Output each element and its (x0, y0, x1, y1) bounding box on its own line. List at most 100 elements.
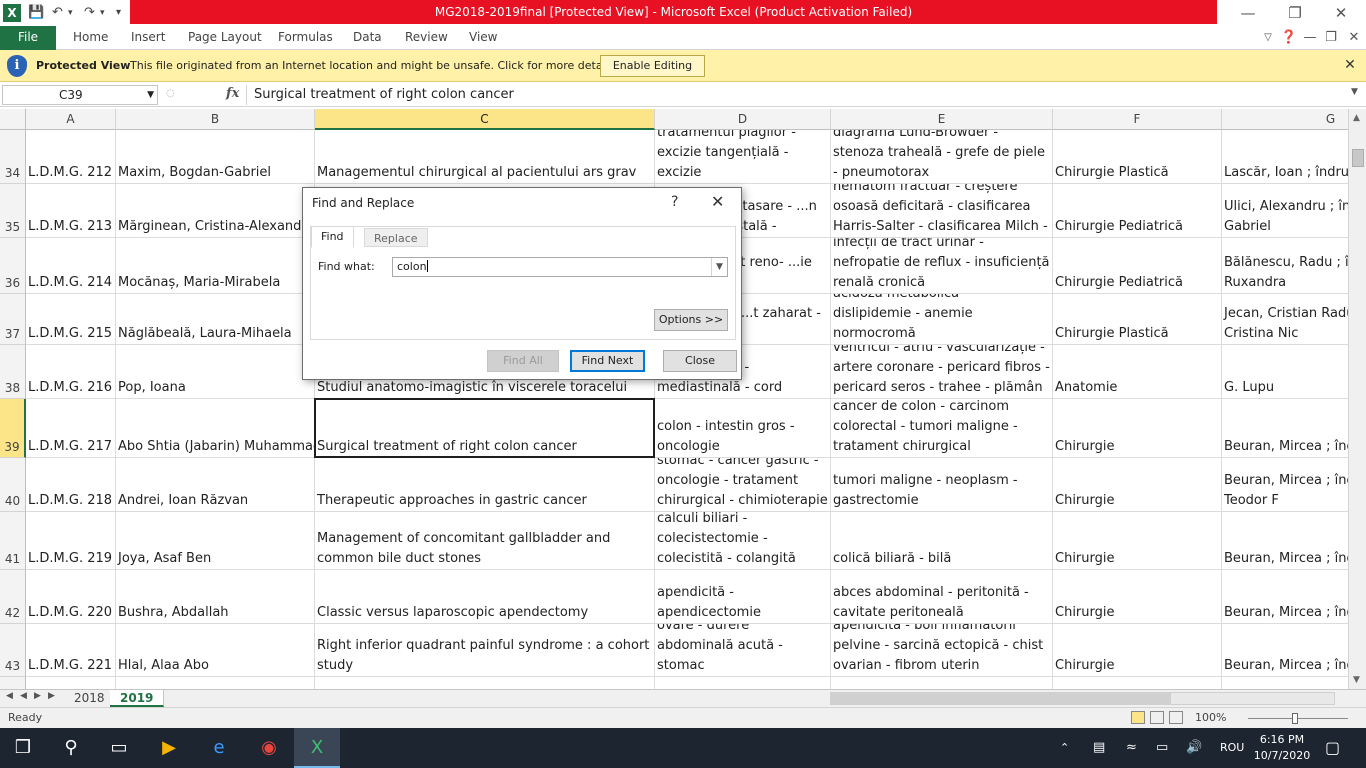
row-header[interactable]: 42 (0, 570, 26, 624)
cell-a[interactable]: L.D.M.G. 220 (26, 570, 116, 624)
column-header-c[interactable]: C (315, 109, 655, 130)
cell-b[interactable]: Joya, Asaf Ben (116, 512, 315, 570)
redo-icon[interactable]: ↷ (84, 3, 95, 23)
row-header[interactable]: 35 (0, 184, 26, 238)
cell-b[interactable]: Mocănaș, Maria-Mirabela (116, 238, 315, 294)
column-header-e[interactable]: E (831, 109, 1053, 130)
tab-formulas[interactable]: Formulas (278, 26, 333, 50)
volume-icon[interactable]: 🔊 (1186, 728, 1202, 768)
column-header-b[interactable]: B (116, 109, 315, 130)
formula-input[interactable]: Surgical treatment of right colon cancer (246, 85, 1350, 105)
cell-f[interactable]: Chirurgie Pediatrică (1053, 184, 1222, 238)
first-sheet-icon[interactable]: ◀ (6, 691, 13, 701)
cell-a[interactable]: L.D.M.G. 214 (26, 238, 116, 294)
workbook-close-icon[interactable]: ✕ (1344, 28, 1364, 48)
cell-b[interactable]: Andrei, Ioan Răzvan (116, 458, 315, 512)
workbook-minimize-icon[interactable]: — (1300, 28, 1320, 48)
cell-g[interactable]: Beuran, Mircea ; înd Ionuț (1222, 624, 1348, 677)
column-header-g[interactable]: G (1222, 109, 1348, 130)
wifi-icon[interactable]: ≈ (1126, 728, 1137, 768)
dialog-help-icon[interactable]: ? (671, 194, 678, 210)
cell-b[interactable]: Hlal, Alaa Abo (116, 624, 315, 677)
cell-f[interactable]: Anatomie (1053, 345, 1222, 399)
cell-g[interactable]: Lascăr, Ioan ; îndrum Adrian (1222, 130, 1348, 184)
cell-g[interactable]: Jecan, Cristian Radu Marina, Cristina Ni… (1222, 294, 1348, 345)
next-sheet-icon[interactable]: ▶ (34, 691, 41, 701)
ribbon-collapse-icon[interactable]: ▽ (1258, 28, 1278, 48)
sheet-tab-2019[interactable]: 2019 (110, 690, 165, 707)
cell-e[interactable]: colică biliară - bilă (831, 512, 1053, 570)
cell-g[interactable]: Beuran, Mircea ; înd Bogdan (1222, 570, 1348, 624)
scroll-thumb[interactable] (1352, 149, 1364, 167)
row-header[interactable]: 41 (0, 512, 26, 570)
cell-a[interactable]: L.D.M.G. 219 (26, 512, 116, 570)
edge-icon[interactable]: e (196, 728, 242, 768)
row-header[interactable]: 39 (0, 399, 26, 458)
cell-c[interactable]: Classic versus laparoscopic apendectomy (315, 570, 655, 624)
cell-g[interactable]: Beuran, Mircea ; înd Gabriel (1222, 399, 1348, 458)
cell-d[interactable]: calculi biliari - colecistectomie - cole… (655, 512, 831, 570)
search-icon[interactable]: ⚲ (48, 728, 94, 768)
row-header[interactable]: 37 (0, 294, 26, 345)
page-layout-view-icon[interactable] (1150, 711, 1164, 724)
cell-c[interactable] (315, 677, 655, 689)
cell-a[interactable]: L.D.M.G. 213 (26, 184, 116, 238)
cell-b[interactable]: Bushra, Abdallah (116, 570, 315, 624)
cell-d[interactable]: apendicită - apendicectomie (655, 570, 831, 624)
chevron-down-icon[interactable]: ▼ (711, 258, 727, 276)
last-sheet-icon[interactable]: ▶ (48, 691, 55, 701)
cell-f[interactable]: Chirurgie (1053, 458, 1222, 512)
input-language[interactable]: ROU (1220, 728, 1244, 768)
tab-file[interactable]: File (0, 26, 56, 50)
cell-e[interactable]: abces abdominal - peritonită - cavitate … (831, 570, 1053, 624)
cell-a[interactable] (26, 677, 116, 689)
cell-a[interactable]: L.D.M.G. 217 (26, 399, 116, 458)
cell-c[interactable]: Managementul chirurgical al pacientului … (315, 130, 655, 184)
cell-d[interactable]: leziuni de căi respiratorii - tratamentu… (655, 130, 831, 184)
zoom-slider-knob[interactable] (1292, 713, 1298, 724)
cell-f[interactable]: Chirurgie Plastică (1053, 130, 1222, 184)
column-header-f[interactable]: F (1053, 109, 1222, 130)
find-next-button[interactable]: Find Next (570, 350, 645, 372)
cell-a[interactable]: L.D.M.G. 212 (26, 130, 116, 184)
cell-b[interactable]: Năglăbeală, Laura-Mihaela (116, 294, 315, 345)
cell-c[interactable]: Right inferior quadrant painful syndrome… (315, 624, 655, 677)
system-clock[interactable]: 6:16 PM 10/7/2020 (1252, 732, 1312, 764)
excel-taskbar-icon[interactable]: X (294, 728, 340, 768)
column-header-d[interactable]: D (655, 109, 831, 130)
close-bar-icon[interactable]: ✕ (1341, 56, 1359, 74)
workbook-restore-icon[interactable]: ❐ (1321, 28, 1341, 48)
cell-f[interactable] (1053, 677, 1222, 689)
chevron-down-icon[interactable]: ▼ (147, 86, 154, 104)
cell-f[interactable]: Chirurgie (1053, 624, 1222, 677)
tab-review[interactable]: Review (405, 26, 448, 50)
cell-g[interactable]: Beuran, Mircea ; înd George (1222, 512, 1348, 570)
dialog-close-icon[interactable]: ✕ (711, 192, 724, 211)
windows-start-icon[interactable]: ❒ (0, 728, 46, 768)
row-header[interactable]: 38 (0, 345, 26, 399)
cell-c[interactable]: Therapeutic approaches in gastric cancer (315, 458, 655, 512)
vertical-scrollbar[interactable]: ▲ ▼ (1348, 109, 1366, 689)
tab-data[interactable]: Data (353, 26, 382, 50)
tab-page-layout[interactable]: Page Layout (188, 26, 262, 50)
row-header[interactable]: 34 (0, 130, 26, 184)
cell-f[interactable]: Chirurgie (1053, 512, 1222, 570)
cell-a[interactable]: L.D.M.G. 221 (26, 624, 116, 677)
cell-d[interactable]: colon - intestin gros - oncologie (655, 399, 831, 458)
tab-replace[interactable]: Replace (364, 228, 428, 247)
tray-chevron-icon[interactable]: ⌃ (1060, 728, 1069, 768)
cell-g[interactable] (1222, 677, 1348, 689)
cell-b[interactable] (116, 677, 315, 689)
cell-b[interactable]: Mărginean, Cristina-Alexandra (116, 184, 315, 238)
save-icon[interactable]: 💾 (28, 3, 44, 23)
find-all-button[interactable]: Find All (487, 350, 559, 372)
cell-f[interactable]: Chirurgie Pediatrică (1053, 238, 1222, 294)
cell-b[interactable]: Abo Shtia (Jabarin) Muhammad (116, 399, 315, 458)
scroll-down-icon[interactable]: ▼ (1353, 675, 1360, 685)
scroll-up-icon[interactable]: ▲ (1353, 113, 1360, 123)
cell-f[interactable]: Chirurgie (1053, 399, 1222, 458)
row-header[interactable]: 40 (0, 458, 26, 512)
horizontal-scrollbar[interactable] (830, 692, 1335, 705)
cell-c[interactable]: Surgical treatment of right colon cancer (315, 399, 655, 458)
cell-e[interactable]: tumori maligne - chisturi (831, 677, 1053, 689)
